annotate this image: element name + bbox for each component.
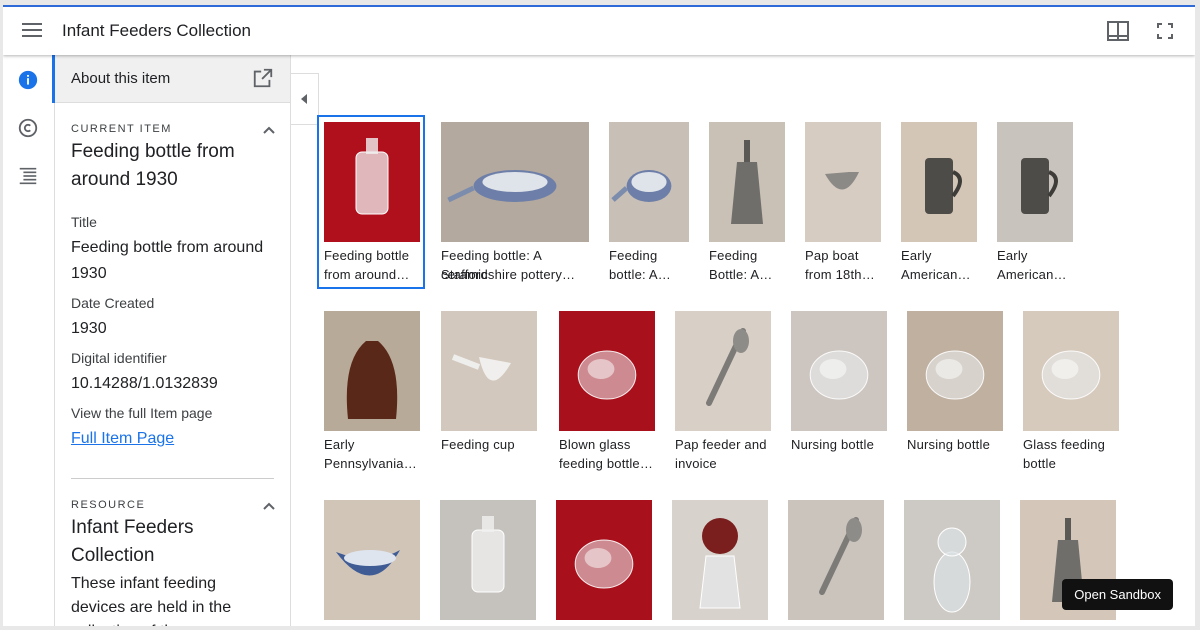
two-page-view-icon[interactable] (1106, 19, 1130, 43)
thumbnail-caption: American… (901, 267, 971, 282)
gallery-thumbnail[interactable]: Feeding bottle from around… (317, 115, 425, 289)
gallery-thumbnail[interactable]: Nursing bottle (907, 311, 1003, 476)
thumbnail-image (324, 500, 420, 620)
gallery-thumbnail[interactable]: Feeding Bottle: A… (709, 122, 785, 287)
thumbnail-caption: from around… (324, 267, 410, 282)
thumbnail-image (709, 122, 785, 242)
current-item-section: CURRENT ITEM Feeding bottle from around … (55, 103, 290, 479)
collapse-panel-button[interactable] (291, 73, 319, 125)
thumbnail-image (1023, 311, 1119, 431)
app-title: Infant Feeders Collection (62, 21, 251, 40)
full-page-label: View the full Item page (71, 405, 213, 421)
gallery-thumbnail[interactable]: Pap feeder and invoice (675, 311, 771, 476)
gallery-thumbnail[interactable] (556, 500, 652, 620)
top-bar: Infant Feeders Collection (3, 7, 1195, 55)
thumbnail-image (441, 122, 589, 242)
thumbnail-caption: Feeding cup (441, 437, 515, 452)
thumbnail-image (904, 500, 1000, 620)
gallery-thumbnail[interactable] (324, 500, 420, 620)
thumbnail-caption: American… (997, 267, 1067, 282)
thumbnail-image (324, 311, 420, 431)
thumbnail-caption: Pap feeder and (675, 437, 767, 452)
thumbnail-image (791, 311, 887, 431)
menu-icon[interactable] (22, 23, 42, 39)
thumbnail-caption: Early (901, 248, 932, 263)
chevron-up-icon[interactable] (262, 123, 276, 137)
field-value-title: Feeding bottle from around 1930 (71, 239, 264, 282)
thumbnail-caption: Blown glass (559, 437, 631, 452)
current-item-title: Feeding bottle from around 1930 (71, 141, 235, 190)
resource-title: Infant Feeders Collection (71, 517, 194, 566)
thumbnail-image (324, 122, 420, 242)
gallery-thumbnail[interactable]: Glass feeding bottle (1023, 311, 1119, 476)
open-sandbox-tooltip[interactable]: Open Sandbox (1062, 579, 1173, 610)
thumbnail-image (901, 122, 977, 242)
thumbnail-caption: Nursing bottle (791, 437, 875, 452)
open-external-icon[interactable] (252, 67, 274, 89)
field-label-title: Title (71, 214, 97, 230)
thumbnail-image (788, 500, 884, 620)
panel-header-label: About this item (71, 70, 171, 87)
gallery-thumbnail[interactable]: Blown glass feeding bottle… (559, 311, 655, 476)
thumbnail-caption: Bottle: A… (709, 267, 773, 282)
thumbnail-image (672, 500, 768, 620)
panel-header: About this item (55, 55, 290, 103)
thumbnail-caption: Early (997, 248, 1028, 263)
thumbnail-caption: Feeding (609, 248, 658, 263)
gallery-thumbnail[interactable]: Early American… (901, 122, 977, 287)
thumbnail-caption: feeding bottle… (559, 456, 654, 471)
copyright-icon[interactable] (17, 117, 39, 139)
resource-description: These infant feeding devices are held in… (71, 575, 232, 626)
thumbnail-image (907, 311, 1003, 431)
full-item-page-link[interactable]: Full Item Page (71, 426, 174, 452)
thumbnail-image (556, 500, 652, 620)
field-value-date: 1930 (71, 320, 107, 337)
thumbnail-caption: invoice (675, 456, 717, 471)
gallery-thumbnail[interactable]: Early American… (997, 122, 1073, 287)
thumbnail-caption: Pennsylvania… (324, 456, 417, 471)
gallery-thumbnail[interactable] (904, 500, 1000, 620)
thumbnail-caption: Glass feeding (1023, 437, 1106, 452)
gallery-thumbnail[interactable]: Feeding bottle: A… (609, 122, 689, 287)
app-window: Infant Feeders Collection About this ite… (3, 5, 1195, 626)
info-icon[interactable] (17, 69, 39, 91)
gallery-thumbnail[interactable]: Early Pennsylvania… (324, 311, 420, 476)
thumbnail-image (805, 122, 881, 242)
thumbnail-caption: Early (324, 437, 355, 452)
gallery-thumbnail[interactable]: Feeding cup (441, 311, 537, 476)
thumbnail-image (997, 122, 1073, 242)
thumbnail-caption: Pap boat (805, 248, 859, 263)
side-icon-bar (3, 55, 55, 626)
about-panel: About this item CURRENT ITEM Feeding bot… (55, 55, 291, 626)
gallery-thumbnail[interactable] (672, 500, 768, 620)
gallery-thumbnail[interactable]: Feeding bottle: A ceramic Staffordshire p… (441, 122, 589, 287)
resource-section: RESOURCE Infant Feeders Collection These… (55, 479, 290, 626)
thumbnail-caption: bottle (1023, 456, 1057, 471)
gallery-thumbnail[interactable] (440, 500, 536, 620)
field-value-identifier: 10.14288/1.0132839 (71, 375, 218, 392)
thumbnail-caption: Feeding (709, 248, 758, 263)
chevron-up-icon[interactable] (262, 499, 276, 513)
thumbnail-image (441, 311, 537, 431)
gallery-thumbnail[interactable]: Nursing bottle (791, 311, 887, 476)
field-label-date: Date Created (71, 295, 155, 311)
fullscreen-icon[interactable] (1153, 19, 1177, 43)
thumbnail-image (559, 311, 655, 431)
thumbnail-image (440, 500, 536, 620)
thumbnail-caption: from 18th… (805, 267, 875, 282)
current-item-label: CURRENT ITEM (71, 123, 172, 135)
thumbnail-caption: Staffordshire pottery… (441, 267, 576, 282)
thumbnail-caption: Nursing bottle (907, 437, 991, 452)
thumbnail-caption: Feeding bottle (324, 248, 410, 263)
gallery-thumbnail[interactable] (788, 500, 884, 620)
chevron-left-icon (301, 94, 307, 104)
thumbnail-image (675, 311, 771, 431)
gallery-thumbnail[interactable]: Pap boat from 18th… (805, 122, 881, 287)
thumbnail-image (609, 122, 689, 242)
thumbnail-gallery: Feeding bottle from around… Feeding bottle… (317, 115, 1195, 626)
field-label-identifier: Digital identifier (71, 350, 167, 366)
contents-icon[interactable] (17, 165, 39, 187)
thumbnail-caption: bottle: A… (609, 267, 671, 282)
resource-label: RESOURCE (71, 499, 146, 511)
